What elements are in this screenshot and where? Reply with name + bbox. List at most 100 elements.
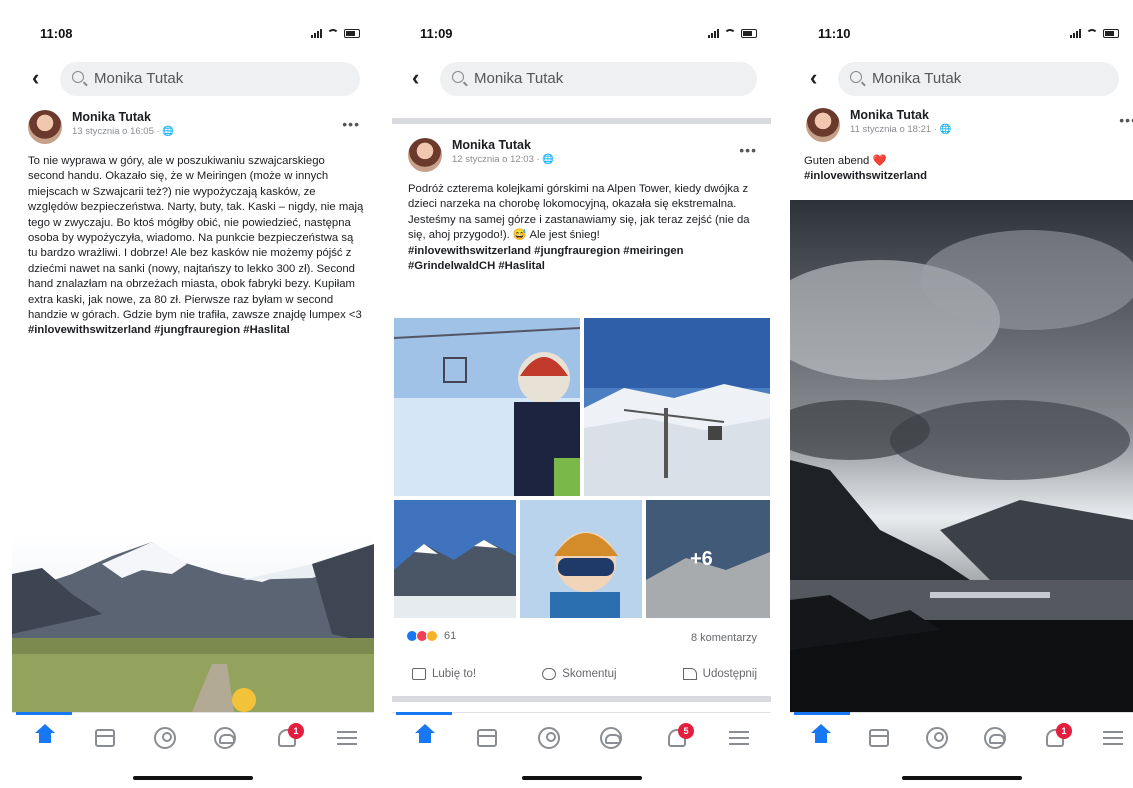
notifications-icon[interactable]: 5 bbox=[664, 723, 694, 751]
post-photo-child-chairlift[interactable] bbox=[394, 318, 580, 496]
search-query: Monika Tutak bbox=[94, 70, 184, 87]
author-name[interactable]: Monika Tutak bbox=[850, 108, 951, 122]
post-text: Podróż czterema kolejkami górskimi na Al… bbox=[408, 182, 760, 274]
marketplace-icon[interactable] bbox=[866, 725, 892, 751]
status-time: 11:08 bbox=[40, 26, 73, 41]
profile-icon[interactable] bbox=[536, 725, 562, 751]
globe-icon: 🌐 bbox=[542, 154, 555, 165]
search-input[interactable]: Monika Tutak bbox=[440, 62, 757, 96]
battery-icon bbox=[1103, 28, 1119, 38]
search-input[interactable]: Monika Tutak bbox=[60, 62, 360, 96]
post-photo-lake-sunset[interactable] bbox=[790, 200, 1133, 712]
menu-icon[interactable] bbox=[334, 725, 360, 751]
avatar[interactable] bbox=[408, 138, 442, 172]
screenshot-collage: 11:08 ‹ Monika Tutak Monika Tutak 13 sty… bbox=[0, 0, 1133, 788]
menu-icon[interactable] bbox=[726, 725, 752, 751]
post-date: 13 stycznia o 16:05 · 🌐 bbox=[72, 126, 175, 137]
post-author-row: Monika Tutak 12 stycznia o 12:03 · 🌐 bbox=[408, 138, 554, 172]
back-arrow-icon[interactable]: ‹ bbox=[32, 65, 39, 91]
battery-icon bbox=[741, 28, 757, 38]
active-tab-indicator bbox=[794, 712, 850, 715]
battery-icon bbox=[344, 28, 360, 38]
notification-badge: 1 bbox=[1056, 723, 1072, 739]
status-bar: 11:08 bbox=[12, 8, 374, 56]
comment-button[interactable]: Skomentuj bbox=[542, 668, 617, 680]
post-photo-more[interactable]: +6 bbox=[646, 500, 770, 618]
profile-icon[interactable] bbox=[924, 725, 950, 751]
wifi-icon bbox=[327, 28, 339, 38]
status-icons bbox=[708, 28, 757, 38]
bottom-nav: 5 bbox=[392, 712, 771, 786]
more-options-icon[interactable]: ••• bbox=[739, 142, 757, 158]
groups-icon[interactable] bbox=[212, 725, 238, 751]
post-photo-mountains[interactable] bbox=[12, 534, 374, 712]
search-icon bbox=[850, 71, 862, 83]
search-bar: ‹ Monika Tutak bbox=[410, 62, 757, 96]
post-photo-mountain-view[interactable] bbox=[394, 500, 516, 618]
reactions-summary[interactable]: 61 bbox=[406, 630, 456, 642]
post-hashtags[interactable]: #inlovewithswitzerland bbox=[804, 170, 927, 182]
post-photo-child-goggles[interactable] bbox=[520, 500, 642, 618]
post-author-row: Monika Tutak 13 stycznia o 16:05 · 🌐 bbox=[28, 110, 174, 144]
post-text: Guten abend ❤️ #inlovewithswitzerland bbox=[804, 154, 1124, 185]
comments-count[interactable]: 8 komentarzy bbox=[691, 632, 757, 644]
search-input[interactable]: Monika Tutak bbox=[838, 62, 1119, 96]
groups-icon[interactable] bbox=[598, 725, 624, 751]
comment-icon bbox=[542, 668, 557, 680]
back-arrow-icon[interactable]: ‹ bbox=[412, 65, 419, 91]
signal-icon bbox=[1070, 28, 1081, 38]
post-date: 11 stycznia o 18:21 · 🌐 bbox=[850, 124, 952, 135]
globe-icon: 🌐 bbox=[939, 124, 952, 135]
search-query: Monika Tutak bbox=[474, 70, 564, 87]
more-options-icon[interactable]: ••• bbox=[342, 116, 360, 132]
haha-reaction-icon bbox=[426, 630, 438, 642]
home-icon[interactable] bbox=[32, 724, 58, 751]
post-hashtags[interactable]: #inlovewithswitzerland #jungfrauregion #… bbox=[28, 324, 290, 336]
status-icons bbox=[311, 28, 360, 38]
post-body: To nie wyprawa w góry, ale w poszukiwani… bbox=[28, 155, 364, 322]
notifications-icon[interactable]: 1 bbox=[274, 723, 304, 751]
profile-icon[interactable] bbox=[152, 725, 178, 751]
globe-icon: 🌐 bbox=[162, 126, 175, 137]
active-tab-indicator bbox=[396, 712, 452, 715]
author-name[interactable]: Monika Tutak bbox=[72, 110, 174, 124]
share-button[interactable]: Udostępnij bbox=[682, 668, 757, 680]
phone-screen-2: 11:09 ‹ Monika Tutak Monika Tutak 12 sty… bbox=[392, 8, 771, 786]
post-body: Guten abend ❤️ bbox=[804, 155, 887, 167]
home-indicator bbox=[901, 776, 1022, 780]
back-arrow-icon[interactable]: ‹ bbox=[810, 65, 817, 91]
menu-icon[interactable] bbox=[1100, 725, 1126, 751]
search-query: Monika Tutak bbox=[872, 70, 962, 87]
status-icons bbox=[1070, 28, 1119, 38]
post-photo-cable-car[interactable] bbox=[584, 318, 770, 496]
marketplace-icon[interactable] bbox=[474, 725, 500, 751]
avatar[interactable] bbox=[28, 110, 62, 144]
post-date: 12 stycznia o 12:03 · 🌐 bbox=[452, 154, 555, 165]
notification-badge: 1 bbox=[288, 723, 304, 739]
reactions-count: 61 bbox=[444, 630, 457, 642]
search-icon bbox=[452, 71, 464, 83]
status-time: 11:10 bbox=[818, 26, 851, 41]
more-options-icon[interactable]: ••• bbox=[1119, 112, 1133, 128]
marketplace-icon[interactable] bbox=[92, 725, 118, 751]
notifications-icon[interactable]: 1 bbox=[1042, 723, 1072, 751]
home-indicator bbox=[133, 776, 253, 780]
wifi-icon bbox=[724, 28, 736, 38]
status-bar: 11:09 bbox=[392, 8, 771, 56]
groups-icon[interactable] bbox=[982, 725, 1008, 751]
thumbs-up-icon bbox=[412, 668, 426, 680]
home-icon[interactable] bbox=[412, 724, 438, 751]
author-name[interactable]: Monika Tutak bbox=[452, 138, 554, 152]
post-text: To nie wyprawa w góry, ale w poszukiwani… bbox=[28, 154, 364, 339]
active-tab-indicator bbox=[16, 712, 72, 715]
avatar[interactable] bbox=[806, 108, 840, 142]
home-icon[interactable] bbox=[808, 724, 834, 751]
bottom-nav: 1 bbox=[12, 712, 374, 786]
post-body: Podróż czterema kolejkami górskimi na Al… bbox=[408, 183, 750, 242]
like-button[interactable]: Lubię to! bbox=[412, 668, 476, 680]
status-bar: 11:10 bbox=[790, 8, 1133, 56]
post-hashtags[interactable]: #inlovewithswitzerland #jungfrauregion #… bbox=[408, 245, 684, 272]
signal-icon bbox=[311, 28, 322, 38]
post-separator bbox=[392, 696, 771, 702]
bottom-nav: 1 bbox=[790, 712, 1133, 786]
